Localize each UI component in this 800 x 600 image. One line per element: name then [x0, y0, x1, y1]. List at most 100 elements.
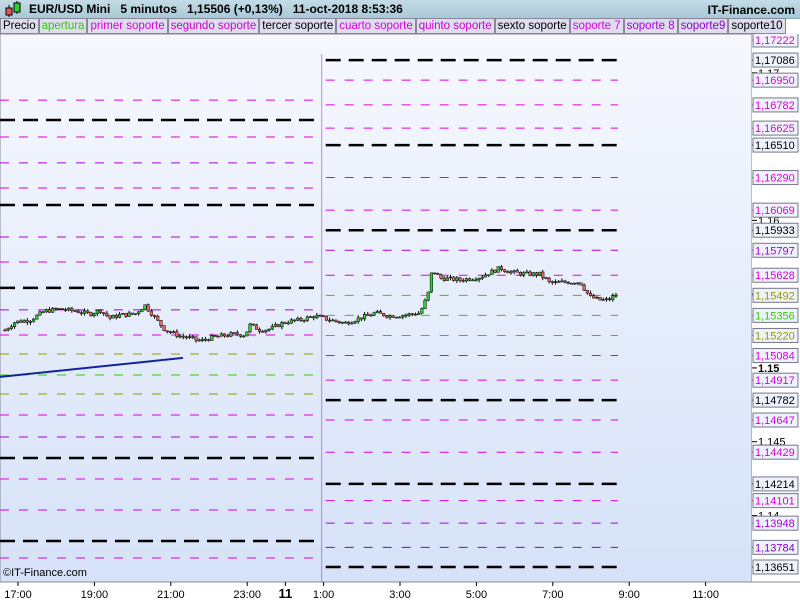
price-box-label: 1,13651 — [755, 562, 795, 574]
legend-tab[interactable]: soporte9 — [677, 18, 729, 34]
candle-body — [334, 319, 338, 322]
candle-body — [366, 314, 370, 316]
interval-label: 5 minutos — [120, 2, 178, 16]
candle-body — [28, 321, 33, 323]
candle-body — [127, 312, 131, 317]
candle-body — [19, 320, 23, 323]
candle-body — [3, 329, 7, 332]
candle-body — [490, 269, 494, 275]
candle-body — [254, 324, 258, 330]
candle-body — [133, 313, 138, 315]
candle-body — [579, 282, 583, 286]
price-box-label: 1,14917 — [755, 375, 795, 387]
candle-body — [270, 325, 274, 330]
candle-body — [468, 278, 472, 281]
candle-body — [293, 319, 297, 322]
candle-body — [429, 272, 433, 293]
candle-body — [267, 328, 271, 331]
candle-body — [213, 335, 217, 337]
price-box-label: 1,15628 — [755, 270, 795, 282]
x-tick-label: 17:00 — [4, 589, 32, 600]
candle-body — [229, 332, 233, 337]
legend-tab[interactable]: quinto soporte — [415, 18, 495, 34]
candle-body — [9, 326, 13, 329]
candle-body — [264, 329, 268, 333]
candle-body — [528, 271, 532, 276]
candle-body — [280, 322, 284, 328]
candle-body — [538, 271, 542, 276]
x-tick-label: 9:00 — [618, 589, 639, 600]
x-tick-label: 11:00 — [692, 589, 719, 600]
candle-body — [89, 312, 93, 316]
candle-body — [32, 318, 36, 322]
price-box-label: 1,16510 — [755, 140, 795, 152]
candle-body — [25, 320, 29, 323]
candle-body — [515, 270, 519, 273]
legend-tab[interactable]: Precio — [0, 18, 39, 34]
candle-body — [560, 280, 564, 283]
candle-body — [585, 289, 589, 294]
candle-body — [16, 320, 20, 323]
candle-body — [235, 332, 239, 335]
legend-tab[interactable]: soporte 7 — [569, 18, 624, 34]
candle-body — [83, 310, 87, 314]
legend-tab[interactable]: soporte 8 — [623, 18, 678, 34]
candle-body — [487, 274, 491, 276]
legend-tab[interactable]: tercer soporte — [259, 18, 337, 34]
candle-body — [496, 266, 500, 273]
x-tick-label: 5:00 — [466, 589, 487, 600]
candle-body — [477, 277, 481, 281]
candle-body — [503, 269, 507, 272]
candle-body — [420, 308, 424, 314]
candle-body — [102, 312, 106, 314]
symbol-label: EUR/USD Mini — [29, 2, 111, 16]
candle-body — [38, 311, 42, 316]
candle-body — [413, 313, 418, 316]
candle-body — [108, 315, 112, 319]
price-label: 1,15506 (+0,13%) — [187, 2, 283, 16]
candle-body — [417, 313, 421, 315]
candle-body — [79, 312, 83, 315]
x-tick-label: 7:00 — [542, 589, 563, 600]
candle-body — [286, 322, 290, 325]
candle-body — [439, 274, 443, 279]
candle-body — [353, 321, 357, 324]
price-box-label: 1,15220 — [755, 330, 795, 342]
candle-body — [448, 276, 453, 279]
candle-body — [407, 313, 411, 316]
candle-body — [544, 277, 548, 279]
candle-body — [216, 335, 220, 338]
candle-body — [261, 331, 265, 333]
candle-body — [611, 295, 615, 300]
candle-body — [566, 281, 570, 284]
legend-tab[interactable]: primer soporte — [87, 18, 168, 34]
candle-body — [273, 324, 278, 327]
candle-body — [547, 278, 551, 282]
candle-body — [57, 308, 61, 310]
candle-body — [518, 272, 523, 276]
candle-body — [105, 312, 109, 316]
candle-body — [493, 269, 497, 273]
legend-tab[interactable]: apertura — [38, 18, 88, 34]
candle-body — [534, 272, 538, 276]
candle-body — [474, 279, 478, 282]
legend-tab[interactable]: cuarto soporte — [336, 18, 416, 34]
candle-body — [162, 325, 166, 331]
candle-body — [541, 271, 545, 278]
legend-tab[interactable]: soporte10 — [728, 18, 786, 34]
candle-body — [573, 282, 577, 285]
candle-body — [499, 266, 503, 271]
legend-tab[interactable]: segundo soporte — [167, 18, 260, 34]
candle-body — [331, 319, 335, 322]
candle-body — [54, 308, 58, 310]
candle-body — [550, 281, 554, 283]
candle-body — [277, 324, 281, 328]
candle-body — [178, 335, 182, 338]
candle-body — [6, 328, 10, 331]
candle-body — [401, 315, 405, 318]
price-box-label: 1,13948 — [755, 518, 795, 530]
legend-tab[interactable]: sexto soporte — [494, 18, 570, 34]
price-chart[interactable]: 1,171,161,1551.151.1451,141,172221,17086… — [0, 34, 800, 600]
candle-body — [321, 315, 325, 317]
candle-body — [436, 273, 440, 275]
